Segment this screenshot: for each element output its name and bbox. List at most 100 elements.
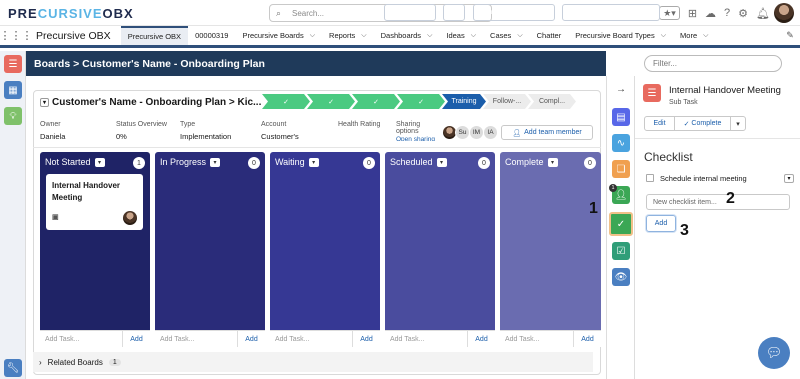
arrow-right-icon[interactable]: → xyxy=(612,80,630,98)
open-sharing-link[interactable]: Open sharing xyxy=(396,136,438,141)
favorites-star-icon[interactable]: ★▾ xyxy=(659,6,680,20)
nav-tab[interactable]: Precursive OBX xyxy=(120,26,189,45)
chevron-down-icon[interactable]: ▾ xyxy=(94,157,105,167)
assignee-avatar[interactable] xyxy=(123,211,137,225)
help-icon[interactable]: ? xyxy=(724,7,730,19)
group-tasks-dropdown[interactable]: Group tasks by: None ▾ xyxy=(562,4,660,21)
board-column: Waiting ▾ 0 Add Task... Add xyxy=(270,152,380,347)
chevron-down-icon[interactable]: ▾ xyxy=(547,157,558,167)
nav-tab[interactable]: Reports ⌵ xyxy=(322,26,374,45)
member-chip[interactable]: IA xyxy=(483,125,498,140)
add-task-button[interactable]: Add xyxy=(352,331,380,347)
nav-tab[interactable]: Cases ⌵ xyxy=(483,26,530,45)
nav-tab[interactable]: Precursive Board Types ⌵ xyxy=(568,26,673,45)
chevron-down-icon[interactable]: ⌵ xyxy=(661,32,666,40)
add-task-input[interactable]: Add Task... xyxy=(270,336,352,343)
member-chip[interactable]: IM xyxy=(469,125,484,140)
board-filter-input[interactable]: Filter... xyxy=(644,55,782,72)
chevron-down-icon[interactable]: ▾ xyxy=(40,98,49,107)
board-header: Boards > Customer's Name - Onboarding Pl… xyxy=(26,51,606,76)
activity-icon[interactable]: ∿ xyxy=(612,134,630,152)
chat-bubble-icon[interactable]: 💬︎ xyxy=(758,337,790,369)
column-header: In Progress ▾ xyxy=(160,157,221,167)
member-initials: Su xyxy=(458,129,467,136)
add-icon[interactable]: ⊞ xyxy=(688,7,697,20)
related-boards[interactable]: › Related Boards 1 xyxy=(33,352,593,372)
chevron-down-icon[interactable]: ⌵ xyxy=(703,32,708,40)
nav-tab-label: Ideas xyxy=(446,31,465,40)
chevron-down-icon[interactable]: ⌵ xyxy=(517,32,522,40)
chevron-down-icon: ▾ xyxy=(540,9,545,17)
wrench-icon[interactable]: 🔧︎ xyxy=(4,359,22,377)
task-icon: ☰ xyxy=(643,84,661,102)
nav-tab-label: Precursive OBX xyxy=(127,32,182,41)
app-logo[interactable]: PRECURSIVEOBX xyxy=(8,6,134,21)
chevron-down-icon[interactable]: ⌵ xyxy=(471,32,476,40)
checklist-edit-icon[interactable]: ☑ xyxy=(612,242,630,260)
board-breadcrumb[interactable]: Boards > Customer's Name - Onboarding Pl… xyxy=(34,58,265,70)
cloud-setup-icon[interactable]: ☁ xyxy=(705,7,716,20)
add-task-button[interactable]: Add xyxy=(237,331,265,347)
grid-icon[interactable]: ▦ xyxy=(4,81,22,99)
nav-tab[interactable]: Dashboards ⌵ xyxy=(374,26,440,45)
column-count: 1 xyxy=(133,157,145,169)
files-icon[interactable]: ❏ xyxy=(612,160,630,178)
add-task-button[interactable]: Add xyxy=(573,331,601,347)
activity-pulse-icon[interactable]: ∿ xyxy=(443,4,465,21)
member-chip[interactable]: Su xyxy=(455,125,470,140)
filter-placeholder: Filter... xyxy=(653,59,678,68)
lightbulb-icon[interactable]: 💡︎ xyxy=(4,107,22,125)
stage-path-step[interactable]: Training xyxy=(442,94,486,109)
add-checklist-button[interactable]: Add xyxy=(646,215,676,232)
stage-path-step[interactable]: ✓ xyxy=(307,94,355,109)
stage-path-step[interactable]: Follow-... xyxy=(483,94,531,109)
stage-path-step[interactable]: ✓ xyxy=(262,94,310,109)
chevron-down-icon[interactable]: ▾ xyxy=(784,173,794,183)
nav-tab[interactable]: Chatter xyxy=(530,26,569,45)
details-icon[interactable]: ▤ xyxy=(612,108,630,126)
health-label: Health Rating xyxy=(338,121,381,128)
checklist-checkbox[interactable] xyxy=(646,174,654,182)
chevron-down-icon[interactable]: ⌵ xyxy=(427,32,432,40)
stage-path-step[interactable]: ✓ xyxy=(397,94,445,109)
complete-button[interactable]: ✓ Complete xyxy=(675,117,731,130)
edit-button[interactable]: Edit xyxy=(645,117,675,130)
nav-tab[interactable]: 00000319 xyxy=(188,26,235,45)
add-team-member-button[interactable]: 👤︎ Add team member xyxy=(501,125,593,140)
shown-as-dropdown[interactable]: Shown as: Board ▾ xyxy=(473,4,555,21)
account-label: Account xyxy=(261,121,287,128)
user-avatar[interactable] xyxy=(774,3,794,23)
add-task-button[interactable]: Add xyxy=(122,331,150,347)
add-task-input[interactable]: Add Task... xyxy=(500,336,573,343)
plan-title[interactable]: ▾ Customer's Name - Onboarding Plan > Ki… xyxy=(40,97,261,108)
new-checklist-item-input[interactable]: New checklist item... xyxy=(646,194,790,210)
column-header: Waiting ▾ xyxy=(275,157,319,167)
task-list-icon[interactable]: ☰ xyxy=(4,55,22,73)
chevron-down-icon[interactable]: ⌵ xyxy=(361,32,366,40)
nav-tab[interactable]: More ⌵ xyxy=(673,26,715,45)
ready-only-button[interactable]: Ready Only xyxy=(384,4,436,21)
add-task-input[interactable]: Add Task... xyxy=(385,336,467,343)
chevron-down-icon[interactable]: ⌵ xyxy=(310,32,315,40)
add-task-input[interactable]: Add Task... xyxy=(40,336,122,343)
add-task-button[interactable]: Add xyxy=(467,331,495,347)
task-card[interactable]: Internal Handover Meeting ▣ xyxy=(46,174,143,230)
add-task-input[interactable]: Add Task... xyxy=(155,336,237,343)
chevron-down-icon[interactable]: ▾ xyxy=(308,157,319,167)
plan-title-text: Customer's Name - Onboarding Plan > Kic.… xyxy=(52,97,262,108)
bell-icon[interactable]: 🔔︎ xyxy=(756,7,770,20)
gear-icon[interactable]: ⚙ xyxy=(738,7,748,20)
task-title: Internal Handover Meeting xyxy=(669,85,781,96)
app-launcher-icon[interactable]: ⋮⋮⋮ xyxy=(0,26,33,45)
account-value[interactable]: Customer's xyxy=(261,132,299,141)
nav-tab[interactable]: Precursive Boards ⌵ xyxy=(235,26,322,45)
stage-path-step[interactable]: Compl... xyxy=(528,94,576,109)
eye-icon[interactable]: 👁︎ xyxy=(612,268,630,286)
chevron-down-icon[interactable]: ▾ xyxy=(210,157,221,167)
stage-path-step[interactable]: ✓ xyxy=(352,94,400,109)
edit-nav-icon[interactable]: ✎ xyxy=(780,26,800,45)
checklist-icon[interactable]: ✓ xyxy=(609,212,633,236)
chevron-down-icon[interactable]: ▾ xyxy=(731,117,745,130)
chevron-down-icon[interactable]: ▾ xyxy=(436,157,447,167)
nav-tab[interactable]: Ideas ⌵ xyxy=(439,26,483,45)
